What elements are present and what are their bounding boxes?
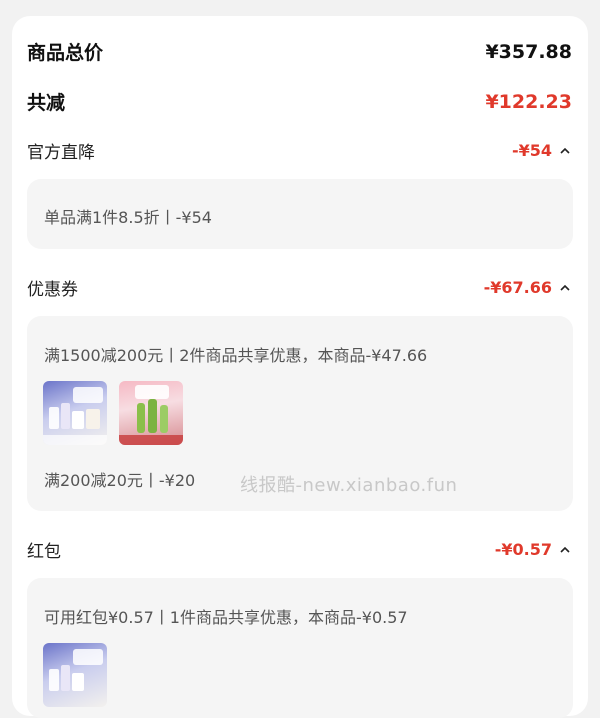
detail-line: 可用红包¥0.57丨1件商品共享优惠，本商品-¥0.57 [44,608,408,627]
section-coupon-amount: -¥67.66 [483,278,552,297]
product-thumbnail[interactable] [119,381,183,445]
section-official-discount-detail: 单品满1件8.5折丨-¥54 [27,179,573,249]
section-official-discount-header[interactable]: 官方直降 -¥54 [27,138,572,163]
total-price-value: ¥357.88 [485,40,572,63]
product-thumbnail[interactable] [43,643,107,707]
section-coupon-label: 优惠券 [27,280,78,300]
watermark-text: 线报酷-new.xianbao.fun [240,475,458,496]
product-thumbnail[interactable] [43,381,107,445]
detail-line: 满200减20元丨-¥20 [44,471,196,490]
section-redpacket-amount: -¥0.57 [494,540,552,559]
total-price-row: 商品总价 ¥357.88 [27,38,572,65]
product-image-icon [119,385,183,445]
detail-line: 单品满1件8.5折丨-¥54 [44,208,212,227]
price-detail-card: 商品总价 ¥357.88 共减 ¥122.23 官方直降 -¥54 单品满1件8… [12,16,588,718]
section-redpacket-detail: 可用红包¥0.57丨1件商品共享优惠，本商品-¥0.57 [27,578,573,718]
total-reduce-row: 共减 ¥122.23 [27,88,572,115]
product-image-icon [49,649,103,691]
chevron-up-icon[interactable] [558,281,572,295]
total-reduce-label: 共减 [27,92,66,114]
section-redpacket-header[interactable]: 红包 -¥0.57 [27,537,572,562]
total-reduce-value: ¥122.23 [485,90,572,113]
section-official-discount-amount: -¥54 [511,141,552,160]
detail-line: 满1500减200元丨2件商品共享优惠，本商品-¥47.66 [44,346,428,365]
section-official-discount-label: 官方直降 [27,143,95,163]
total-price-label: 商品总价 [27,42,104,64]
section-coupon-header[interactable]: 优惠券 -¥67.66 [27,275,572,300]
chevron-up-icon[interactable] [558,543,572,557]
section-redpacket-label: 红包 [27,542,61,562]
product-image-icon [43,387,107,445]
chevron-up-icon[interactable] [558,144,572,158]
